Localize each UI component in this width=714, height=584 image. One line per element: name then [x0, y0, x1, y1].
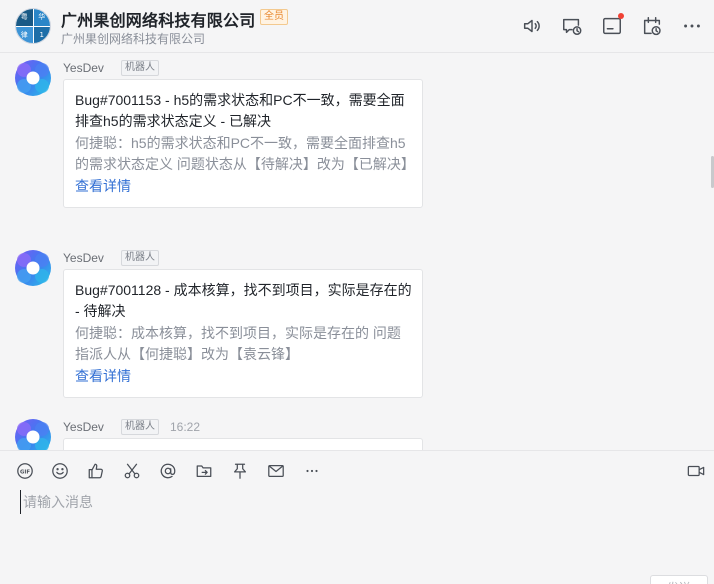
more-icon[interactable]	[680, 14, 704, 38]
bot-avatar[interactable]	[15, 60, 51, 96]
avatar-quadrant: 华	[33, 9, 50, 26]
chat-history-icon[interactable]	[560, 14, 584, 38]
compose-area: 发送	[0, 490, 714, 584]
emoji-icon[interactable]	[50, 461, 70, 481]
group-title[interactable]: 广州果创网络科技有限公司	[61, 7, 255, 31]
more-icon[interactable]	[302, 461, 322, 481]
video-icon[interactable]	[686, 461, 706, 481]
all-members-badge: 全员	[260, 9, 288, 25]
card-title: Bug#7001153 - h5的需求状态和PC不一致，需要全面排查h5的需求状…	[75, 92, 405, 129]
card-body: 何捷聪：h5的需求状态和PC不一致，需要全面排查h5的需求状态定义 问题状态从【…	[75, 135, 415, 172]
pin-icon[interactable]	[230, 461, 250, 481]
message-list[interactable]: YesDev 机器人 Bug#7001153 - h5的需求状态和PC不一致，需…	[0, 54, 714, 450]
chat-header: 粤 华 律 1 广州果创网络科技有限公司 全员 广州果创网络科技有限公司	[0, 0, 714, 53]
compose-toolbar: GIF	[0, 450, 714, 490]
sender-name[interactable]: YesDev	[63, 251, 104, 265]
bot-tag: 机器人	[121, 250, 159, 266]
message-card[interactable]	[63, 438, 423, 450]
group-subtitle: 广州果创网络科技有限公司	[61, 32, 206, 46]
bot-avatar[interactable]	[15, 250, 51, 286]
sender-name[interactable]: YesDev	[63, 61, 104, 75]
view-details-link[interactable]: 查看详情	[75, 366, 412, 387]
message-time: 16:22	[170, 420, 201, 434]
avatar-quadrant: 1	[33, 26, 50, 43]
message-input[interactable]	[20, 490, 700, 514]
card-title: Bug#7001128 - 成本核算，找不到项目，实际是存在的 - 待解决	[75, 282, 412, 319]
message-card[interactable]: Bug#7001153 - h5的需求状态和PC不一致，需要全面排查h5的需求状…	[63, 79, 423, 208]
forward-icon[interactable]	[194, 461, 214, 481]
calendar-icon[interactable]	[640, 14, 664, 38]
gif-icon[interactable]: GIF	[15, 461, 35, 481]
speaker-icon[interactable]	[520, 14, 544, 38]
sender-name[interactable]: YesDev	[63, 420, 104, 434]
mention-icon[interactable]	[158, 461, 178, 481]
avatar-quadrant: 律	[16, 26, 33, 43]
group-avatar[interactable]: 粤 华 律 1	[15, 8, 51, 44]
announcement-icon[interactable]	[600, 13, 624, 38]
chat-window: 粤 华 律 1 广州果创网络科技有限公司 全员 广州果创网络科技有限公司 Yes…	[0, 0, 714, 584]
bot-tag: 机器人	[121, 419, 159, 435]
bot-tag: 机器人	[121, 60, 159, 76]
thumbs-up-icon[interactable]	[86, 461, 106, 481]
bot-avatar[interactable]	[15, 419, 51, 450]
mail-icon[interactable]	[266, 461, 286, 481]
view-details-link[interactable]: 查看详情	[75, 176, 412, 197]
svg-text:GIF: GIF	[20, 469, 30, 475]
message-card[interactable]: Bug#7001128 - 成本核算，找不到项目，实际是存在的 - 待解决 何捷…	[63, 269, 423, 398]
notification-dot	[618, 13, 624, 19]
card-body: 何捷聪：成本核算，找不到项目，实际是存在的 问题 指派人从【何捷聪】改为【袁云锋…	[75, 325, 401, 362]
scissors-icon[interactable]	[122, 461, 142, 481]
send-button[interactable]: 发送	[650, 575, 708, 584]
avatar-quadrant: 粤	[16, 9, 33, 26]
